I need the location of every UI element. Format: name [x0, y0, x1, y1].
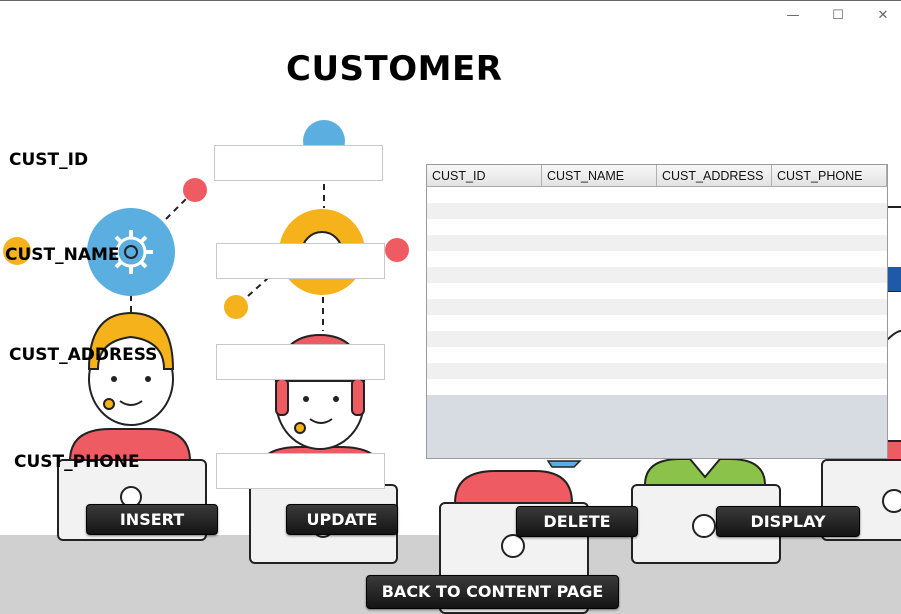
- table-row[interactable]: [427, 203, 887, 219]
- cust-address-label: CUST_ADDRESS: [9, 345, 158, 365]
- column-header-cust-id[interactable]: CUST_ID: [427, 165, 542, 187]
- app-window: — ☐ ✕ CUSTOMER CUST_ID CUST_NAME CUST_AD…: [0, 0, 901, 614]
- customer-table[interactable]: CUST_ID CUST_NAME CUST_ADDRESS CUST_PHON…: [426, 164, 888, 459]
- table-row[interactable]: [427, 235, 887, 251]
- table-body[interactable]: [427, 187, 887, 395]
- close-button[interactable]: ✕: [872, 7, 894, 25]
- table-row[interactable]: [427, 379, 887, 395]
- table-row[interactable]: [427, 283, 887, 299]
- display-button[interactable]: DISPLAY: [716, 506, 860, 537]
- table-row[interactable]: [427, 363, 887, 379]
- cust-id-field[interactable]: [214, 145, 383, 181]
- table-row[interactable]: [427, 219, 887, 235]
- table-row[interactable]: [427, 251, 887, 267]
- back-to-content-page-button[interactable]: BACK TO CONTENT PAGE: [366, 575, 619, 609]
- cust-address-field[interactable]: [216, 344, 385, 380]
- delete-button[interactable]: DELETE: [516, 506, 638, 537]
- table-row[interactable]: [427, 315, 887, 331]
- column-header-cust-phone[interactable]: CUST_PHONE: [772, 165, 887, 187]
- update-button[interactable]: UPDATE: [286, 504, 398, 535]
- table-row[interactable]: [427, 331, 887, 347]
- cust-name-label: CUST_NAME: [5, 245, 120, 265]
- table-row[interactable]: [427, 299, 887, 315]
- table-row[interactable]: [427, 187, 887, 203]
- insert-button[interactable]: INSERT: [86, 504, 218, 535]
- cust-phone-field[interactable]: [216, 453, 385, 489]
- table-row[interactable]: [427, 267, 887, 283]
- maximize-button[interactable]: ☐: [827, 7, 849, 25]
- column-header-cust-name[interactable]: CUST_NAME: [542, 165, 657, 187]
- cust-id-label: CUST_ID: [9, 150, 89, 170]
- table-header: CUST_ID CUST_NAME CUST_ADDRESS CUST_PHON…: [427, 165, 887, 187]
- table-row[interactable]: [427, 347, 887, 363]
- page-title: CUSTOMER: [286, 49, 503, 89]
- cust-phone-label: CUST_PHONE: [14, 452, 140, 472]
- column-header-cust-address[interactable]: CUST_ADDRESS: [657, 165, 772, 187]
- cust-name-field[interactable]: [216, 243, 385, 279]
- minimize-button[interactable]: —: [782, 7, 804, 25]
